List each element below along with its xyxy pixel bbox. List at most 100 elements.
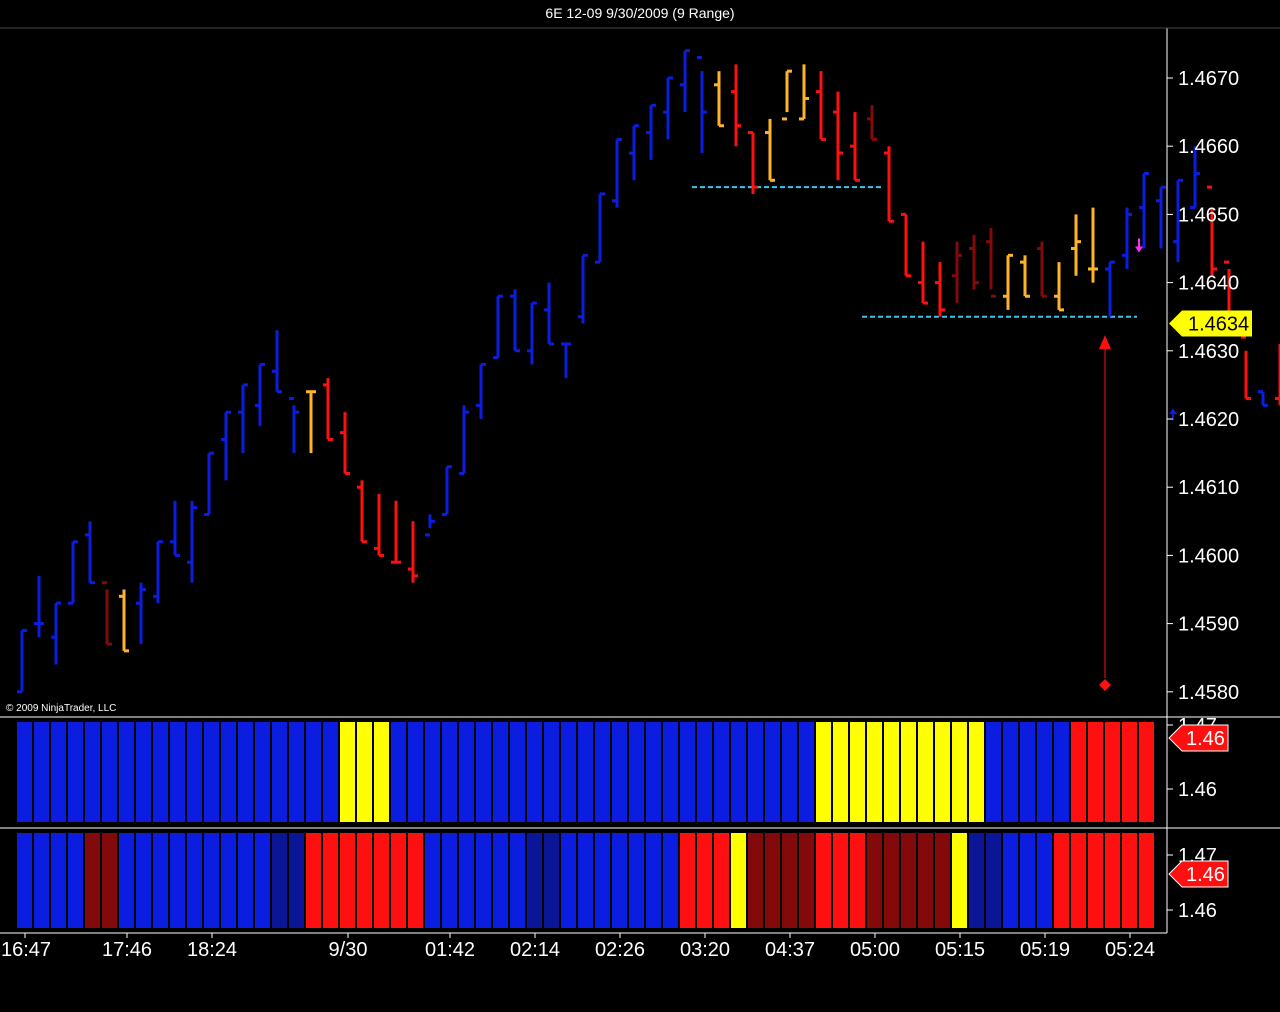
price-bar [884,146,894,223]
price-bar [85,521,95,585]
indicator-1-bar [425,722,440,822]
copyright-text: © 2009 NinjaTrader, LLC [6,703,116,714]
price-bar [493,294,503,360]
indicator-1-bar [357,722,372,822]
arrow-up-icon [1099,335,1111,350]
indicator-2-bar [34,833,49,928]
indicator-2-bar [850,833,865,928]
price-bar [646,103,656,160]
time-tick-label: 18:24 [187,939,237,961]
indicator-2-bar [357,833,372,928]
indicator-2-bar [527,833,542,928]
price-bar [1020,255,1030,298]
indicator-1-bar [1054,722,1069,822]
indicator-2-bar [255,833,270,928]
price-tick-label: 1.4650 [1178,204,1239,226]
level-lines [692,186,1137,318]
indicator-1-bar [17,722,32,822]
price-bar [680,49,690,113]
indicator-2-bar [799,833,814,928]
indicator-2-bar [1088,833,1103,928]
indicator-2-bar [765,833,780,928]
indicator-2-bar [816,833,831,928]
indicator-1-bar [612,722,627,822]
price-bar [935,262,945,317]
chart-canvas[interactable]: 1.4670 1.4660 1.4650 1.4640 1.4630 1.4620 1.46… [0,0,1280,1012]
price-bar [986,228,996,298]
indicator-2-bar [391,833,406,928]
indicator-2-bar [102,833,117,928]
indicator-1-bar [1088,722,1103,822]
price-bar [153,540,163,604]
indicator-1-bar [1020,722,1035,822]
price-bar [289,397,299,454]
price-bar [918,241,928,305]
indicator-2-bar [714,833,729,928]
price-tick-label: 1.4590 [1178,614,1239,636]
indicator-1-bar [442,722,457,822]
price-bar [374,494,384,557]
indicator-2-bar [629,833,644,928]
indicator-2-bar [425,833,440,928]
indicator-2-bar [323,833,338,928]
indicator-2-bar [306,833,321,928]
indicator-1-bar [340,722,355,822]
indicator-2-bar [901,833,916,928]
indicator-1-bar [680,722,695,822]
price-bar [527,301,537,365]
price-bar [731,64,741,147]
indicator-2-bar [1071,833,1086,928]
indicator-2-bar [136,833,151,928]
indicator-1-bar [374,722,389,822]
price-bar [255,362,265,426]
price-bar [272,330,282,394]
time-tick-label: 16:47 [1,939,51,961]
indicator-2-bar [510,833,525,928]
price-bar [1122,207,1132,269]
indicator-2-bar [85,833,100,928]
price-bar [1156,185,1166,249]
indicator-1-bar [714,722,729,822]
price-bar [119,589,129,653]
indicator-1-bar [697,722,712,822]
indicator-1-bar [918,722,933,822]
indicator-1-bar [102,722,117,822]
indicator-2-bar [595,833,610,928]
indicator-1-bar [1071,722,1086,822]
indicator-1-tick-label: 1.46 [1178,779,1217,801]
price-bar [952,241,962,304]
indicator-1-value-tag: 1.46 [1168,724,1229,752]
price-bar [17,628,27,694]
price-axis: 1.4670 1.4660 1.4650 1.4640 1.4630 1.4620 1.46… [1167,68,1252,704]
indicator-1-bar [799,722,814,822]
price-bar [340,412,350,476]
price-bar [51,601,61,665]
price-bar [408,521,418,583]
indicator-2-bar [51,833,66,928]
price-bar [748,131,758,194]
indicator-1-bar [765,722,780,822]
indicator-1-bar [1003,722,1018,822]
indicator-1-bar [136,722,151,822]
last-price-label: 1.4634 [1188,314,1249,336]
price-bar [1088,207,1098,283]
price-bar [816,71,826,141]
price-bar [170,500,180,557]
indicator-1-bar [221,722,236,822]
price-bar [136,582,146,645]
indicator-2-tick-label: 1.46 [1178,900,1217,922]
indicator-2-bar [221,833,236,928]
indicator-2-bar [408,833,423,928]
price-bars [17,49,1280,694]
time-tick-label: 02:26 [595,939,645,961]
time-tick-label: 05:15 [935,939,985,961]
price-tick-label: 1.4670 [1178,68,1239,90]
indicator-1-bar [782,722,797,822]
indicator-2-bar [578,833,593,928]
indicator-1-bar [119,722,134,822]
indicator-2-bar [918,833,933,928]
time-tick-label: 05:00 [850,939,900,961]
indicator-2-bar [1139,833,1154,928]
indicator-1-bar [748,722,763,822]
indicator-1-bar [901,722,916,822]
